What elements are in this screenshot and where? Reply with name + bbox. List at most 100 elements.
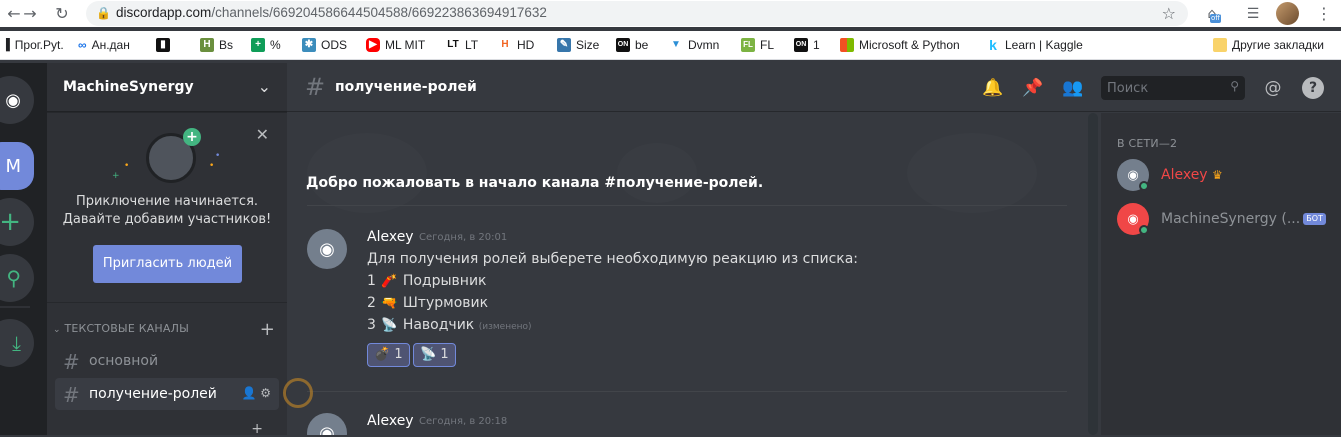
search-box[interactable]: ⚲ [1101, 76, 1245, 100]
channel-title: получение-ролей [335, 79, 477, 95]
reading-list-icon[interactable]: ☰ [1243, 4, 1263, 24]
gear-icon[interactable]: ⚙ [260, 386, 271, 400]
bookmark-star-icon[interactable]: ☆ [1162, 4, 1176, 23]
extension-off-icon[interactable]: ⌂off [1202, 4, 1222, 24]
online-status-icon [1139, 181, 1149, 191]
channel-more: + [251, 421, 263, 437]
user-avatar[interactable]: ◉ [307, 229, 347, 269]
browser-toolbar: ← → ↻ 🔒 discordapp.com/channels/66920458… [0, 0, 1341, 27]
message-author[interactable]: Alexey [367, 229, 414, 245]
add-server-button[interactable]: + [0, 198, 34, 246]
on-icon: ON [616, 38, 630, 52]
address-bar[interactable]: 🔒 discordapp.com/channels/66920458664450… [86, 1, 1188, 26]
channel-item-general[interactable]: # основной [55, 345, 279, 377]
forward-icon[interactable]: → [20, 4, 40, 24]
download-apps-button[interactable]: ⤓ [0, 319, 34, 367]
member-name: MachineSynergy (... БОТ [1161, 211, 1326, 227]
discord-app: ◉ M + ⚲ ⤓ MachineSynergy ⌄ ✕ • + • • + П… [0, 63, 1341, 437]
download-icon: ⤓ [12, 331, 21, 355]
bookmark-item[interactable]: ▮ [156, 36, 175, 54]
sparkle-icon: • [124, 161, 130, 171]
bell-icon[interactable]: 🔔 [982, 77, 1004, 99]
reaction-bomb[interactable]: 💣 1 [367, 343, 410, 367]
channel-header: # получение-ролей 🔔 📌 👥 ⚲ @ ? [287, 63, 1341, 112]
pin-icon[interactable]: 📌 [1022, 77, 1044, 99]
bookmark-item[interactable]: ✱ ODS [302, 36, 347, 54]
invite-people-button[interactable]: Пригласить людей [93, 245, 242, 283]
crown-icon: ♛ [1212, 168, 1223, 182]
bookmark-item[interactable]: +% [251, 36, 281, 54]
bookmark-item[interactable]: FL FL [741, 36, 774, 54]
help-icon[interactable]: ? [1302, 77, 1324, 99]
message-divider [307, 391, 1067, 392]
bookmark-item[interactable]: ▶ ML MIT [366, 36, 425, 54]
members-icon[interactable]: 👥 [1062, 77, 1084, 99]
channel-sidebar: MachineSynergy ⌄ ✕ • + • • + Приключение… [47, 63, 287, 437]
hash-icon: # [63, 350, 80, 374]
server-header[interactable]: MachineSynergy ⌄ [47, 63, 287, 112]
microsoft-icon [840, 38, 854, 52]
bookmark-item[interactable]: H Bs [200, 36, 233, 54]
search-input[interactable] [1107, 79, 1217, 97]
hash-icon: # [305, 73, 326, 101]
url-text[interactable]: discordapp.com/channels/6692045866445045… [116, 5, 547, 20]
invite-icon[interactable]: 👤 [241, 386, 256, 400]
create-channel-icon[interactable]: + [260, 319, 275, 340]
home-button[interactable]: ◉ [0, 76, 34, 124]
trello-icon: ▮ [156, 38, 170, 52]
message-timestamp: Сегодня, в 20:01 [419, 232, 508, 243]
bookmark-item[interactable]: H HD [498, 36, 534, 54]
server-list: ◉ M + ⚲ ⤓ [0, 63, 47, 435]
message-timestamp: Сегодня, в 20:18 [419, 416, 508, 427]
plus-icon: + [0, 207, 21, 237]
explore-servers-button[interactable]: ⚲ [0, 254, 34, 302]
ods-icon: ✱ [302, 38, 316, 52]
message-divider [307, 205, 1067, 206]
on-icon: ON [794, 38, 808, 52]
folder-icon [1213, 38, 1227, 52]
other-bookmarks[interactable]: Другие закладки [1213, 36, 1324, 54]
youtube-icon: ▶ [366, 38, 380, 52]
percent-icon: + [251, 38, 265, 52]
discord-logo-icon: ◉ [1127, 211, 1139, 227]
server-icon-machinesynergy[interactable]: M [0, 142, 34, 190]
sparkle-icon: + [112, 171, 120, 181]
chevron-down-icon: ⌄ [257, 77, 271, 96]
hd-icon: H [501, 39, 509, 50]
invite-illustration: + [146, 128, 201, 183]
text-channels-category[interactable]: ⌄ ТЕКСТОВЫЕ КАНАЛЫ + [53, 319, 283, 340]
mention-icon[interactable]: @ [1262, 77, 1284, 99]
bookmark-item[interactable]: ✎ Size [557, 36, 599, 54]
close-icon[interactable]: ✕ [256, 125, 269, 144]
bookmark-item[interactable]: ON 1 [794, 36, 820, 54]
member-item[interactable]: ◉ MachineSynergy (... БОТ [1117, 199, 1337, 239]
reaction-satellite[interactable]: 📡 1 [413, 343, 456, 367]
discord-logo-icon: ◉ [1127, 167, 1139, 183]
bookmark-item[interactable]: ▼ Dvmn [669, 36, 719, 54]
search-icon: ⚲ [1230, 79, 1239, 93]
message-text: 2 🔫 Штурмовик [367, 295, 489, 311]
channel-item-roles[interactable]: # получение-ролей 👤 ⚙ [55, 378, 279, 410]
profile-avatar[interactable] [1276, 2, 1299, 25]
bookmark-item[interactable]: ON be [616, 36, 648, 54]
lt-icon: LT [447, 39, 459, 50]
reload-icon[interactable]: ↻ [52, 4, 72, 24]
bookmark-item[interactable]: LT LT [446, 36, 478, 54]
hash-icon: # [63, 383, 80, 407]
sparkle-icon: • [215, 151, 221, 161]
bookmark-item[interactable]: k Learn | Kaggle [986, 36, 1083, 54]
member-item[interactable]: ◉ Alexey ♛ [1117, 155, 1337, 195]
bookmark-item[interactable]: Microsoft & Python [840, 36, 960, 54]
member-list: В СЕТИ—2 ◉ Alexey ♛ ◉ MachineSynergy (..… [1101, 113, 1341, 435]
folder-icon: ▐ [2, 39, 10, 51]
kaggle-icon: k [989, 37, 997, 53]
message-list: Добро пожаловать в начало канала #получе… [287, 113, 1087, 435]
discord-logo-icon: ◉ [5, 89, 21, 111]
bookmark-item[interactable]: ∞ Ан.дан [78, 36, 130, 54]
browser-menu-icon[interactable]: ⋮ [1316, 4, 1332, 23]
chat-scrollbar[interactable] [1088, 113, 1098, 435]
user-avatar[interactable]: ◉ [307, 413, 347, 435]
message-text: Для получения ролей выберете необходимую… [367, 251, 859, 267]
message-author[interactable]: Alexey [367, 413, 414, 429]
bookmark-item[interactable]: ▐ Прог.Pyt. [2, 36, 64, 54]
